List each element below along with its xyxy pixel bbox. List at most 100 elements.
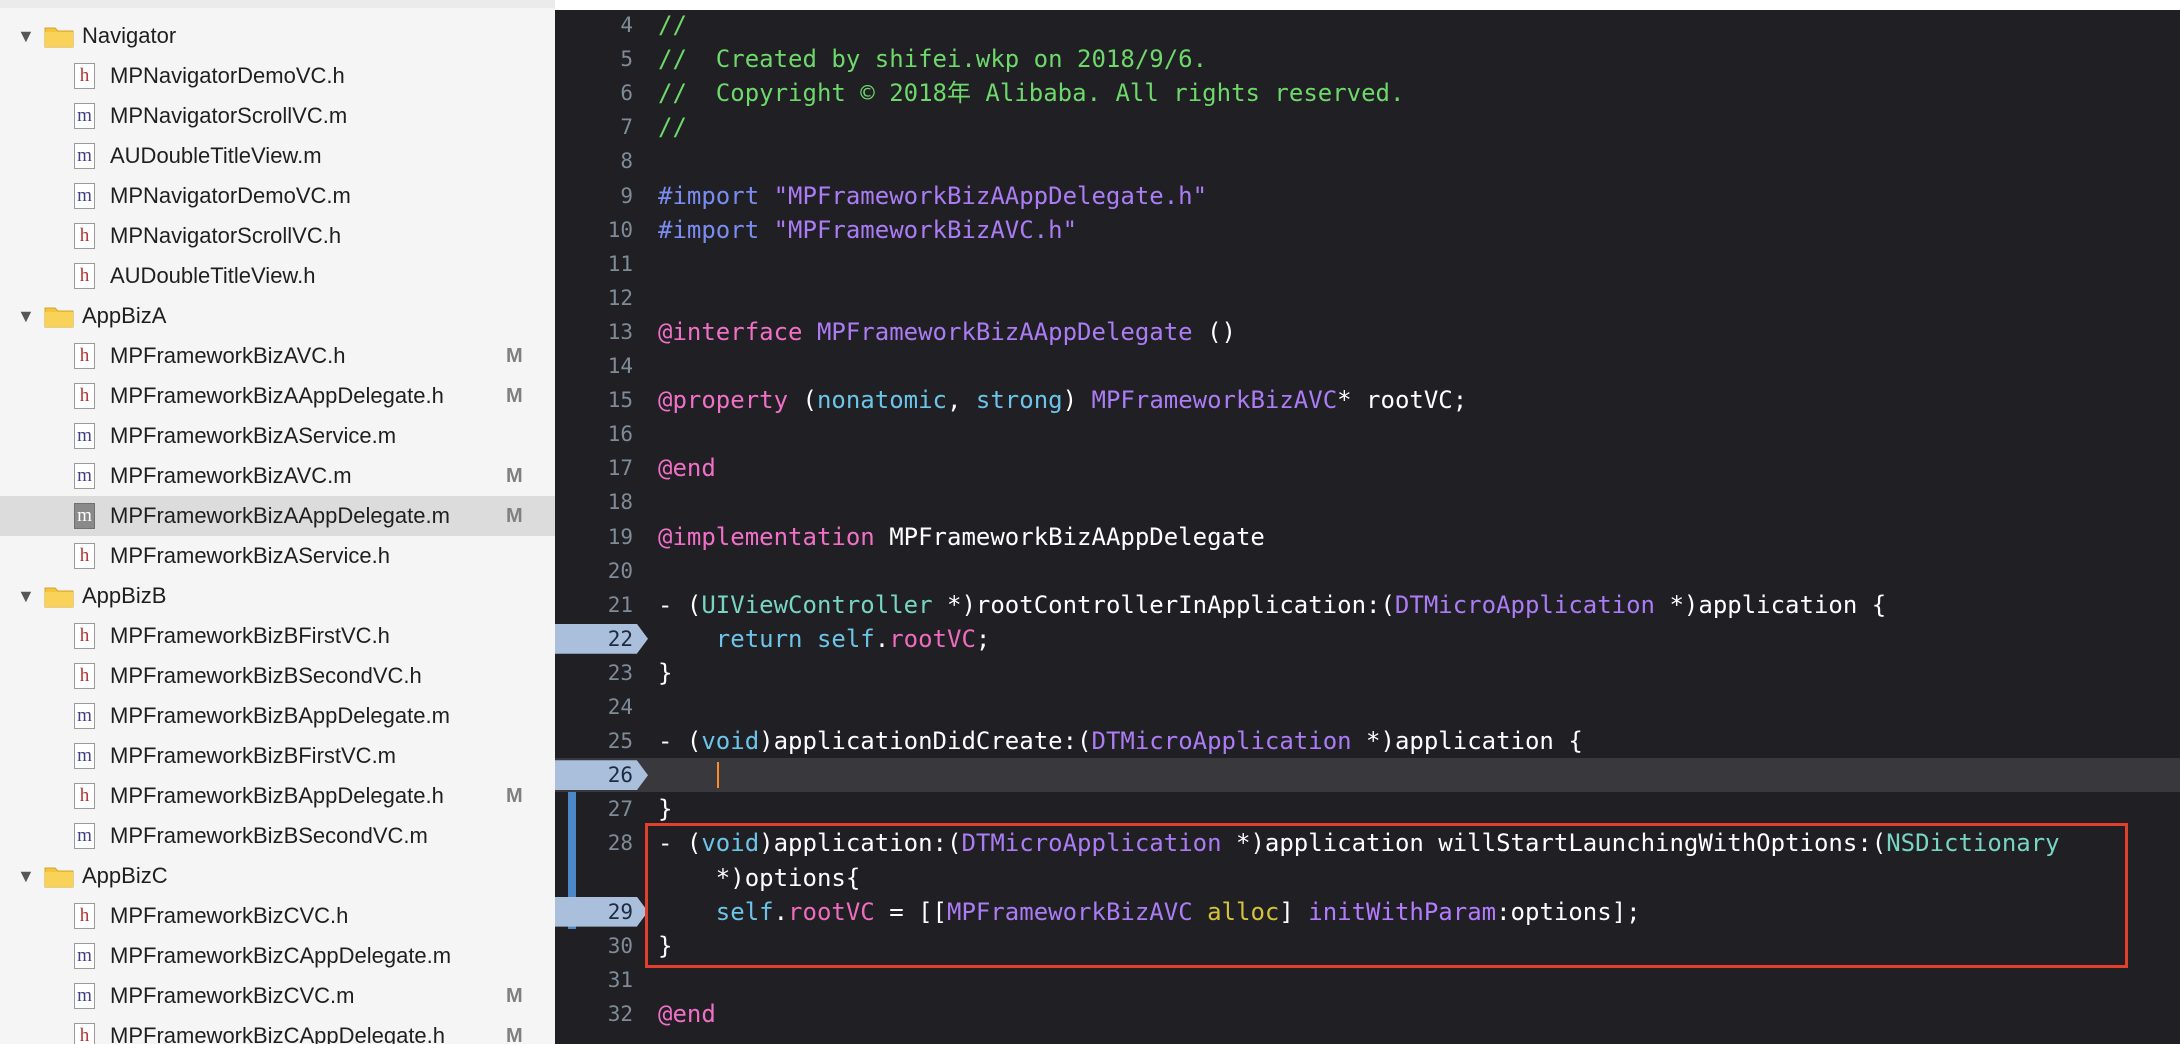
- file-row[interactable]: m MPFrameworkBizAService.m: [0, 416, 555, 456]
- folder-icon: [44, 307, 74, 328]
- folder-icon: [44, 587, 74, 608]
- file-label: AUDoubleTitleView.m: [110, 143, 322, 168]
- header-file-icon: h: [74, 1023, 95, 1044]
- code-token: @interface: [658, 317, 803, 346]
- disclosure-triangle-icon[interactable]: ▼: [17, 586, 35, 607]
- code-line[interactable]: 17 @end: [555, 451, 2180, 485]
- file-row[interactable]: m AUDoubleTitleView.m: [0, 136, 555, 176]
- code-line[interactable]: 18: [555, 485, 2180, 519]
- code-token: ): [1062, 386, 1092, 415]
- code-text: //: [658, 110, 687, 144]
- code-token: DTMicroApplication: [1091, 727, 1352, 756]
- line-number: 4: [620, 13, 633, 37]
- file-row[interactable]: h MPFrameworkBizCAppDelegate.h M: [0, 1016, 555, 1044]
- code-token: (: [788, 386, 817, 415]
- code-text: @end: [658, 997, 716, 1031]
- code-line[interactable]: 11: [555, 247, 2180, 281]
- code-line[interactable]: 6 // Copyright © 2018年 Alibaba. All right…: [555, 76, 2180, 110]
- code-line[interactable]: 26: [555, 758, 2180, 793]
- group-row-appbizc[interactable]: ▼ AppBizC: [0, 856, 555, 896]
- code-line[interactable]: 8: [555, 144, 2180, 178]
- file-label: MPFrameworkBizCAppDelegate.h: [110, 1023, 446, 1044]
- code-line[interactable]: 15 @property (nonatomic, strong) MPFramew…: [555, 383, 2180, 417]
- file-row[interactable]: m MPFrameworkBizCAppDelegate.m: [0, 936, 555, 976]
- file-label: MPFrameworkBizBAppDelegate.m: [110, 703, 450, 728]
- code-text: #import "MPFrameworkBizAVC.h": [658, 213, 1077, 247]
- file-label: MPFrameworkBizBFirstVC.m: [110, 743, 397, 768]
- code-line[interactable]: 31: [555, 963, 2180, 997]
- implementation-file-icon: m: [74, 503, 95, 529]
- file-row[interactable]: h MPFrameworkBizBFirstVC.h: [0, 616, 555, 656]
- code-line[interactable]: 19 @implementation MPFrameworkBizAAppDele…: [555, 520, 2180, 554]
- header-file-icon: h: [74, 903, 95, 929]
- modified-badge: M: [506, 984, 523, 1007]
- code-line[interactable]: 20: [555, 554, 2180, 588]
- disclosure-triangle-icon[interactable]: ▼: [17, 26, 35, 47]
- text-caret: [717, 762, 719, 789]
- code-editor[interactable]: 4 // 5 // Created by shifei.wkp on 2018/9/6…: [555, 0, 2180, 1044]
- code-line[interactable]: 27}: [555, 792, 2180, 826]
- file-row[interactable]: m MPFrameworkBizBFirstVC.m: [0, 736, 555, 776]
- implementation-file-icon: m: [74, 743, 95, 769]
- file-row[interactable]: m MPNavigatorDemoVC.m: [0, 176, 555, 216]
- code-line[interactable]: 21 - (UIViewController *)rootControllerIn…: [555, 588, 2180, 622]
- disclosure-triangle-icon[interactable]: ▼: [17, 306, 35, 327]
- code-token: // Created by shifei.wkp on 2018/9/6.: [658, 45, 1208, 74]
- file-row[interactable]: h AUDoubleTitleView.h: [0, 256, 555, 296]
- code-line[interactable]: 5 // Created by shifei.wkp on 2018/9/6.: [555, 42, 2180, 76]
- file-row[interactable]: h MPFrameworkBizAService.h: [0, 536, 555, 576]
- file-row[interactable]: m MPFrameworkBizBAppDelegate.m: [0, 696, 555, 736]
- header-file-icon: h: [74, 343, 95, 369]
- implementation-file-icon: m: [74, 703, 95, 729]
- code-line[interactable]: 4 //: [555, 8, 2180, 42]
- code-line[interactable]: 7 //: [555, 110, 2180, 144]
- file-row[interactable]: h MPFrameworkBizAVC.h M: [0, 336, 555, 376]
- line-number: 5: [620, 47, 633, 72]
- code-line[interactable]: 24: [555, 690, 2180, 724]
- code-token: UIViewController: [701, 590, 933, 619]
- code-token: *)rootControllerInApplication:(: [932, 590, 1395, 619]
- disclosure-triangle-icon[interactable]: ▼: [17, 866, 35, 887]
- line-number: 23: [607, 660, 633, 685]
- folder-icon: [44, 867, 74, 888]
- line-number: 31: [607, 967, 633, 992]
- code-line[interactable]: 32 @end: [555, 997, 2180, 1031]
- file-row[interactable]: m MPFrameworkBizAVC.m M: [0, 456, 555, 496]
- code-token: void: [701, 727, 760, 756]
- file-row[interactable]: h MPFrameworkBizBSecondVC.h: [0, 656, 555, 696]
- code-line[interactable]: 13 @interface MPFrameworkBizAAppDelegate …: [555, 315, 2180, 349]
- code-text: - (UIViewController *)rootControllerInAp…: [658, 588, 1886, 622]
- file-row[interactable]: m MPNavigatorScrollVC.m: [0, 96, 555, 136]
- code-token: "MPFrameworkBizAVC.h": [773, 215, 1078, 244]
- code-line[interactable]: 10 #import "MPFrameworkBizAVC.h": [555, 213, 2180, 247]
- implementation-file-icon: m: [74, 943, 95, 969]
- file-row[interactable]: m MPFrameworkBizBSecondVC.m: [0, 816, 555, 856]
- code-line[interactable]: 23}: [555, 656, 2180, 690]
- line-number: 32: [607, 1001, 633, 1026]
- code-line[interactable]: 22 return self.rootVC;: [555, 622, 2180, 656]
- code-text: @property (nonatomic, strong) MPFramewor…: [658, 383, 1467, 417]
- file-row[interactable]: m MPFrameworkBizAAppDelegate.m M: [0, 496, 555, 536]
- line-number: 22: [607, 626, 633, 651]
- modified-badge: M: [506, 384, 523, 407]
- code-token: ;: [975, 624, 991, 653]
- line-number: 13: [607, 319, 633, 344]
- implementation-file-icon: m: [74, 423, 95, 449]
- code-line[interactable]: 12: [555, 281, 2180, 315]
- code-line[interactable]: 16: [555, 417, 2180, 451]
- code-token: #import: [658, 215, 774, 244]
- code-line[interactable]: 14: [555, 349, 2180, 383]
- file-row[interactable]: h MPFrameworkBizCVC.h: [0, 896, 555, 936]
- file-row[interactable]: m MPFrameworkBizCVC.m M: [0, 976, 555, 1016]
- file-row[interactable]: h MPNavigatorDemoVC.h: [0, 56, 555, 96]
- group-row-appbiza[interactable]: ▼ AppBizA: [0, 296, 555, 336]
- code-line[interactable]: 9 #import "MPFrameworkBizAAppDelegate.h": [555, 179, 2180, 213]
- implementation-file-icon: m: [74, 823, 95, 849]
- file-row[interactable]: h MPFrameworkBizAAppDelegate.h M: [0, 376, 555, 416]
- group-row-navigator[interactable]: ▼ Navigator: [0, 16, 555, 56]
- group-row-appbizb[interactable]: ▼ AppBizB: [0, 576, 555, 616]
- file-row[interactable]: h MPNavigatorScrollVC.h: [0, 216, 555, 256]
- code-text: #import "MPFrameworkBizAAppDelegate.h": [658, 179, 1207, 213]
- file-row[interactable]: h MPFrameworkBizBAppDelegate.h M: [0, 776, 555, 816]
- code-line[interactable]: 25 - (void)applicationDidCreate:(DTMicroA…: [555, 724, 2180, 758]
